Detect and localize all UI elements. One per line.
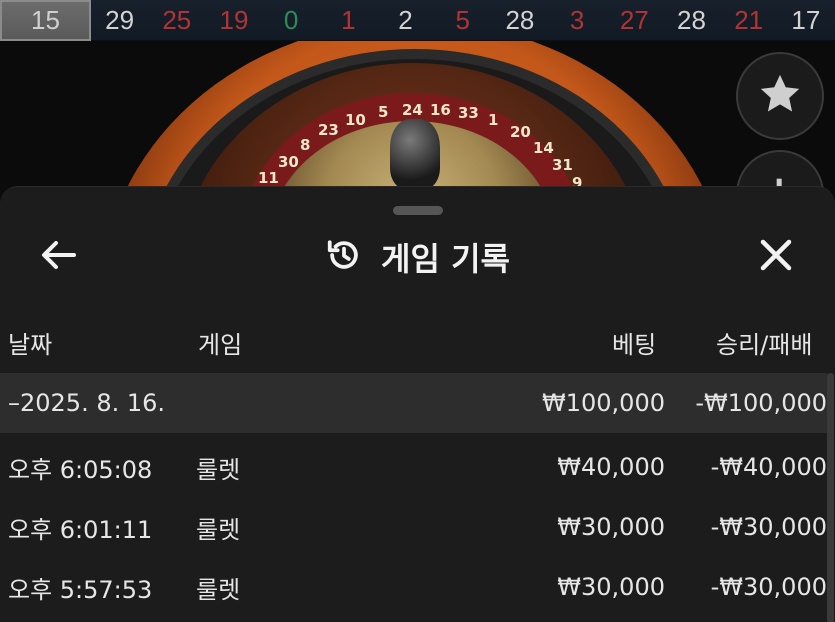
wheel-number: 11 (258, 169, 279, 187)
date-group-result: -₩100,000 (695, 389, 827, 417)
close-button[interactable] (754, 235, 798, 279)
wheel-number: 8 (300, 136, 311, 154)
result-item: 29 (105, 4, 135, 35)
wheel-number: 5 (378, 103, 389, 121)
row-bet: ₩30,000 (557, 573, 665, 601)
date-group-bet: ₩100,000 (542, 389, 665, 417)
row-result: -₩40,000 (710, 453, 827, 481)
result-item: 3 (569, 4, 585, 35)
result-item: 0 (283, 4, 299, 35)
sheet-title: 게임 기록 (381, 240, 510, 278)
star-icon (757, 71, 803, 121)
wheel-number: 20 (510, 123, 531, 141)
result-item: 21 (734, 4, 764, 35)
result-item: 25 (162, 4, 192, 35)
wheel-number: 30 (278, 153, 299, 171)
column-header-game[interactable]: 게임 (198, 325, 242, 360)
wheel-number: 10 (345, 111, 366, 129)
result-item: 19 (219, 4, 249, 35)
wheel-number: 24 (402, 101, 423, 119)
row-game: 룰렛 (196, 455, 241, 484)
table-row[interactable]: 오후 6:05:08 룰렛 ₩40,000 -₩40,000 (0, 437, 827, 497)
date-group-label: –2025. 8. 16. (8, 389, 166, 417)
result-item: 2 (398, 4, 413, 35)
result-item: 17 (791, 4, 821, 35)
row-time: 오후 6:05:08 (8, 455, 153, 484)
wheel-number: 14 (533, 139, 554, 157)
wheel-turret (390, 119, 440, 189)
close-icon (759, 238, 793, 276)
column-header-date[interactable]: 날짜 (8, 325, 52, 360)
row-result: -₩30,000 (710, 573, 827, 601)
column-header-bet[interactable]: 베팅 (612, 325, 656, 360)
wheel-number: 33 (458, 104, 479, 122)
wheel-number: 16 (430, 101, 451, 119)
result-item: 5 (455, 4, 470, 35)
arrow-left-icon (40, 240, 76, 274)
sheet-drag-handle[interactable] (393, 206, 443, 215)
table-row[interactable]: 오후 6:01:11 룰렛 ₩30,000 -₩30,000 (0, 497, 827, 557)
sheet-header: 게임 기록 (0, 231, 835, 283)
wheel-number: 23 (318, 121, 339, 139)
result-item: 28 (505, 4, 535, 35)
row-result: -₩30,000 (710, 513, 827, 541)
table-row[interactable]: 오후 5:57:53 룰렛 ₩30,000 -₩30,000 (0, 557, 827, 617)
result-item: 28 (677, 4, 706, 35)
date-group-row[interactable]: –2025. 8. 16. ₩100,000 -₩100,000 (0, 373, 827, 433)
history-icon (325, 236, 363, 278)
row-bet: ₩40,000 (557, 453, 665, 481)
column-header-win-loss[interactable]: 승리/패배 (716, 325, 812, 360)
row-time: 오후 5:57:53 (8, 575, 153, 604)
row-game: 룰렛 (196, 515, 241, 544)
game-history-sheet: 게임 기록 날짜 게임 베팅 승리/패배 –2025. 8. 16. ₩100,… (0, 186, 835, 622)
row-time: 오후 6:01:11 (8, 515, 153, 544)
row-bet: ₩30,000 (557, 513, 665, 541)
latest-result: 15 (0, 0, 91, 41)
back-button[interactable] (36, 237, 80, 277)
result-item: 1 (341, 4, 356, 35)
scrollbar[interactable] (827, 373, 834, 622)
favorites-button[interactable] (736, 52, 824, 140)
wheel-number: 1 (488, 111, 499, 129)
wheel-number: 31 (552, 156, 573, 174)
results-history-bar: 15 29 25 19 0 1 2 5 28 3 27 28 21 17 (0, 0, 835, 41)
result-item: 27 (619, 4, 649, 35)
row-game: 룰렛 (196, 575, 241, 604)
